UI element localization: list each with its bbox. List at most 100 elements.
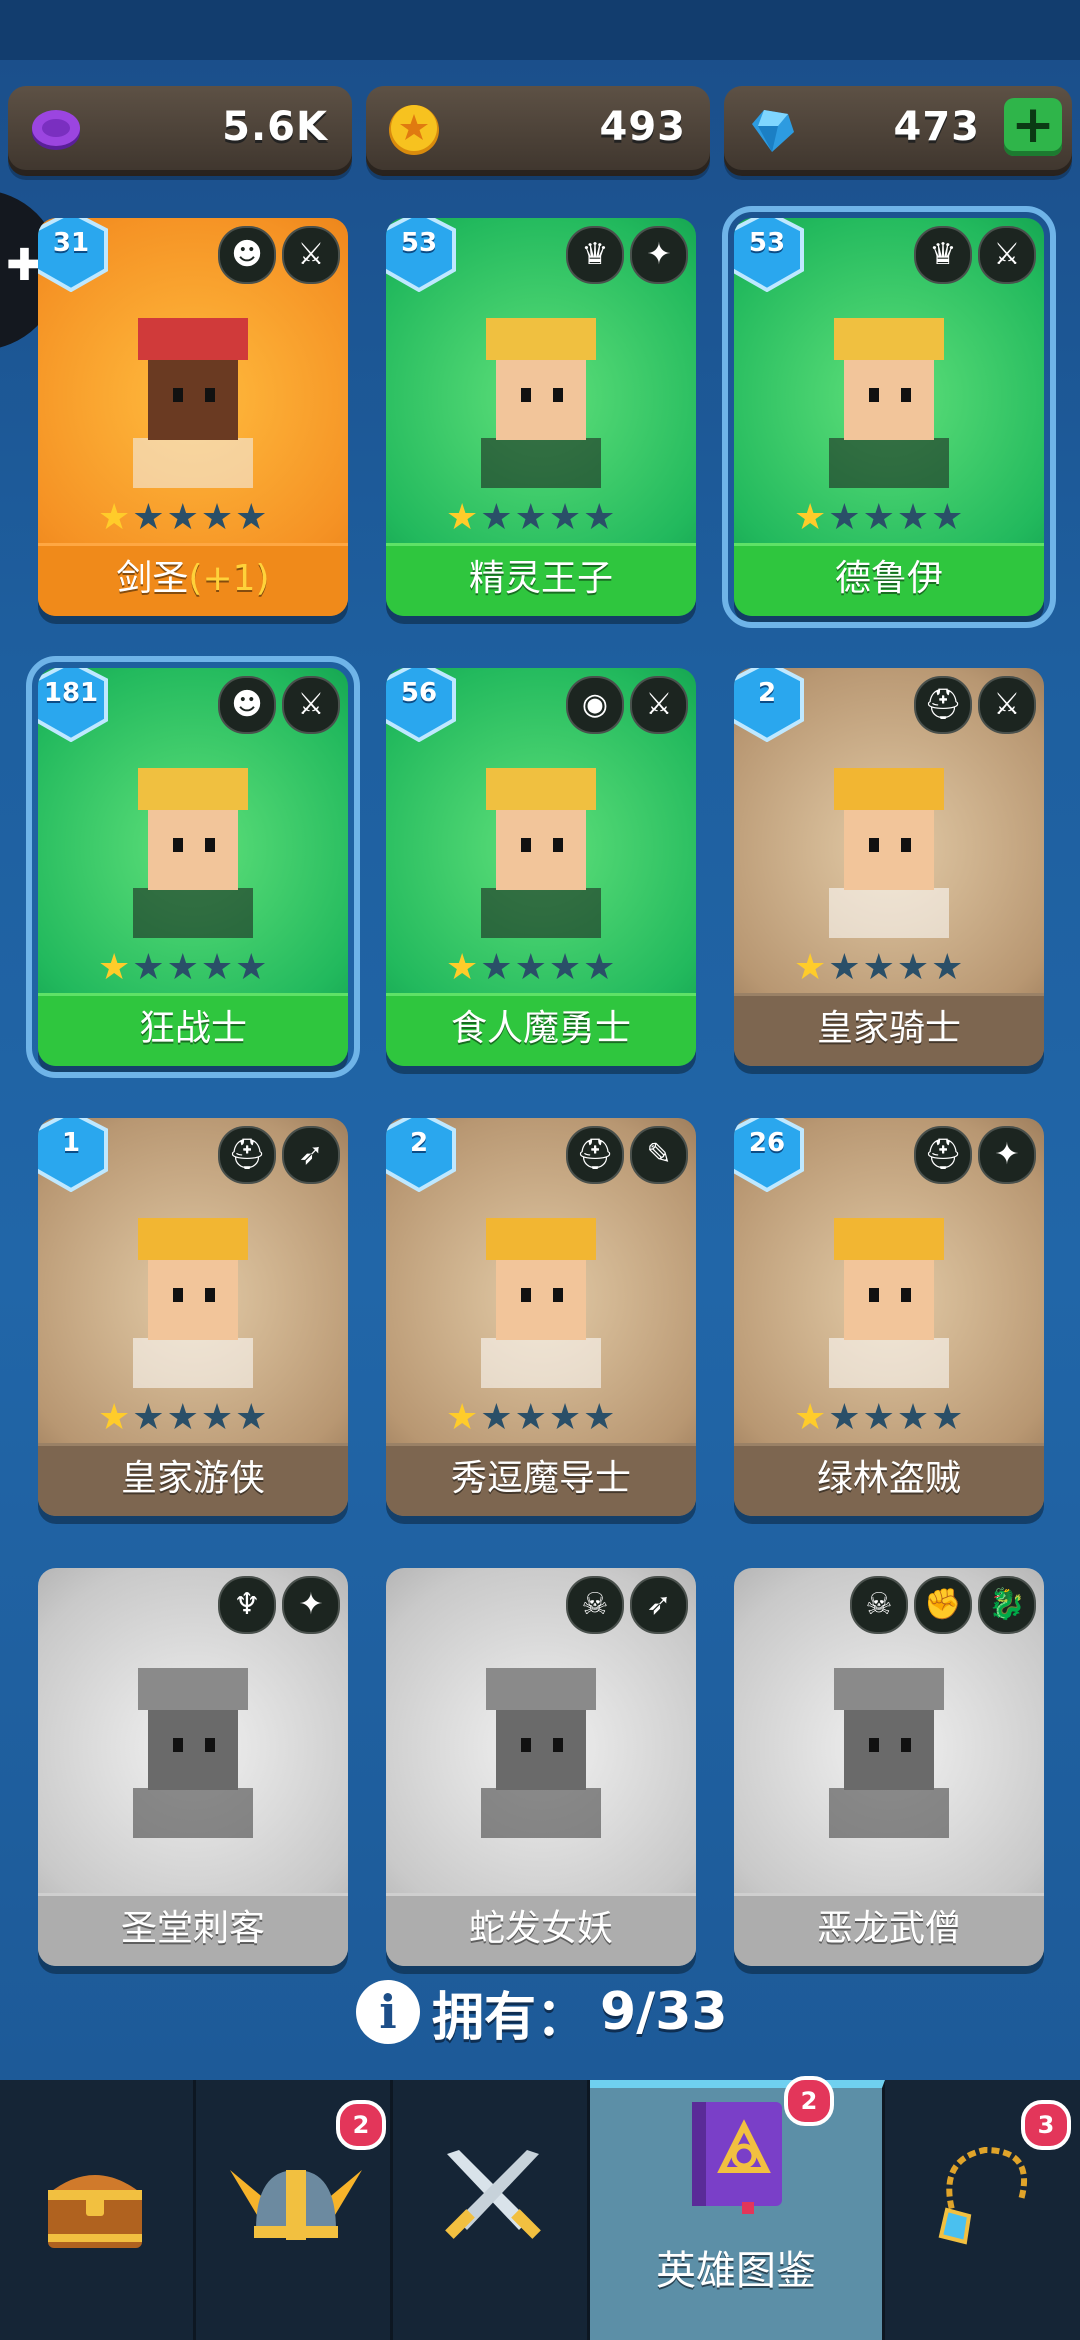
star-icon: ★ — [98, 497, 131, 538]
star-icon: ★ — [200, 1397, 234, 1438]
hero-name: 食人魔勇士 — [386, 993, 696, 1066]
gem-value: 473 — [893, 104, 980, 150]
hero-stars: ★ ★ ★ ★ ★ — [98, 950, 267, 986]
star-icon: ★ — [583, 497, 616, 538]
hero-portrait — [829, 318, 949, 488]
cyclops-icon: ◉ — [566, 676, 624, 734]
star-icon: ★ — [862, 947, 895, 988]
hero-level: 56 — [400, 678, 438, 708]
star-icon: ★ — [166, 947, 199, 988]
hero-card[interactable]: 31 ☻ ⚔ ★ ★ ★ ★ ★ 剑圣(+1) — [38, 218, 348, 616]
hero-class-badges: ☻ ⚔ — [218, 226, 340, 284]
hero-stars: ★ ★ ★ ★ ★ — [446, 1400, 615, 1436]
chest-tab[interactable] — [0, 2080, 196, 2340]
gold-coin-counter: 493 — [366, 86, 710, 176]
hero-card[interactable]: 2 ⛑ ✎ ★ ★ ★ ★ ★ 秀逗魔导士 — [386, 1118, 696, 1516]
hero-level-badge: 56 — [386, 668, 458, 742]
hero-card[interactable]: 1 ⛑ ➶ ★ ★ ★ ★ ★ 皇家游侠 — [38, 1118, 348, 1516]
sword-icon: ⚔ — [978, 676, 1036, 734]
amulet-tab[interactable]: 3 — [885, 2080, 1080, 2340]
viking-helmet-icon — [226, 2140, 366, 2277]
hero-card[interactable]: ☠ ✊ 🐉 恶龙武僧 — [734, 1568, 1044, 1966]
bow-icon: ➶ — [630, 1576, 688, 1634]
hero-level-badge: 1 — [38, 1118, 110, 1192]
hero-name: 狂战士 — [38, 993, 348, 1066]
hero-card[interactable]: 181 ☻ ⚔ ★ ★ ★ ★ ★ 狂战士 — [26, 656, 360, 1078]
elf-icon: ♛ — [566, 226, 624, 284]
hero-name-text: 剑圣 — [116, 558, 189, 599]
star-icon: ★ — [480, 947, 513, 988]
codex-tab[interactable]: 英雄图鉴 2 — [590, 2076, 885, 2340]
crossed-swords-icon — [433, 2140, 553, 2277]
hero-name-text: 皇家游侠 — [120, 1458, 265, 1499]
hero-name: 圣堂刺客 — [38, 1893, 348, 1966]
hero-level: 26 — [748, 1128, 786, 1158]
hero-level: 2 — [409, 1128, 429, 1158]
sword-icon: ⚔ — [282, 226, 340, 284]
star-icon: ★ — [132, 1397, 165, 1438]
star-icon: ★ — [98, 1397, 131, 1438]
add-gems-button[interactable]: + — [1004, 98, 1062, 156]
hero-card[interactable]: ☠ ➶ 蛇发女妖 — [386, 1568, 696, 1966]
star-icon: ★ — [480, 1397, 513, 1438]
hero-class-badges: ⛑ ✎ — [566, 1126, 688, 1184]
purple-token-counter: 5.6K — [8, 86, 352, 176]
heroes-tab[interactable]: 2 — [196, 2080, 393, 2340]
hero-level: 2 — [757, 678, 777, 708]
battle-tab[interactable] — [393, 2080, 590, 2340]
hero-level: 1 — [61, 1128, 81, 1158]
hero-bonus: (+1) — [188, 558, 270, 599]
codex-tab-label: 英雄图鉴 — [656, 2248, 816, 2294]
hero-level-badge: 53 — [734, 218, 806, 292]
hero-portrait — [481, 318, 601, 488]
hero-name-text: 皇家骑士 — [816, 1008, 961, 1049]
ogre-icon: ☻ — [218, 676, 276, 734]
star-icon: ★ — [235, 497, 268, 538]
star-icon: ★ — [828, 1397, 861, 1438]
gold-coin-value: 493 — [599, 104, 686, 150]
skull-icon: ☠ — [850, 1576, 908, 1634]
hero-card[interactable]: 56 ◉ ⚔ ★ ★ ★ ★ ★ 食人魔勇士 — [386, 668, 696, 1066]
hero-portrait — [829, 768, 949, 938]
hero-card[interactable]: 26 ⛑ ✦ ★ ★ ★ ★ ★ 绿林盗贼 — [734, 1118, 1044, 1516]
codex-badge: 2 — [784, 2076, 834, 2126]
status-bar-area — [0, 0, 1080, 60]
hero-class-badges: ♆ ✦ — [218, 1576, 340, 1634]
hero-name: 皇家游侠 — [38, 1443, 348, 1516]
fist-icon: ✊ — [914, 1576, 972, 1634]
hero-name: 绿林盗贼 — [734, 1443, 1044, 1516]
hero-level: 181 — [43, 678, 99, 708]
star-icon: ★ — [166, 1397, 199, 1438]
star-icon: ★ — [166, 497, 199, 538]
hero-level-badge: 53 — [386, 218, 458, 292]
owned-count: 9/33 — [600, 1982, 728, 2042]
hero-card[interactable]: 53 ♛ ✦ ★ ★ ★ ★ ★ 精灵王子 — [386, 218, 696, 616]
star-icon: ★ — [235, 947, 268, 988]
hero-card[interactable]: 2 ⛑ ⚔ ★ ★ ★ ★ ★ 皇家骑士 — [734, 668, 1044, 1066]
star-icon: ★ — [828, 497, 861, 538]
hero-name: 蛇发女妖 — [386, 1893, 696, 1966]
star-icon: ★ — [548, 1397, 582, 1438]
hero-card[interactable]: ♆ ✦ 圣堂刺客 — [38, 1568, 348, 1966]
hero-name-text: 圣堂刺客 — [120, 1908, 265, 1949]
star-icon: ★ — [583, 947, 616, 988]
info-icon[interactable]: i — [356, 1980, 420, 2044]
bow-icon: ➶ — [282, 1126, 340, 1184]
hero-portrait — [133, 1668, 253, 1838]
hero-name-text: 绿林盗贼 — [816, 1458, 961, 1499]
hero-portrait — [133, 768, 253, 938]
owned-label: 拥有： — [432, 1987, 589, 2048]
owned-counter: i 拥有： 9/33 — [356, 1978, 728, 2048]
hero-portrait — [481, 1668, 601, 1838]
hero-portrait — [829, 1668, 949, 1838]
hero-stars: ★ ★ ★ ★ ★ — [446, 500, 615, 536]
hero-name: 德鲁伊 — [734, 543, 1044, 616]
hero-stars: ★ ★ ★ ★ ★ — [794, 950, 963, 986]
star-icon: ★ — [548, 947, 582, 988]
hero-card[interactable]: 53 ♛ ⚔ ★ ★ ★ ★ ★ 德鲁伊 — [722, 206, 1056, 628]
hero-class-badges: ♛ ✦ — [566, 226, 688, 284]
star-icon: ★ — [862, 1397, 895, 1438]
hero-class-badges: ⛑ ⚔ — [914, 676, 1036, 734]
dagger-icon: ✦ — [630, 226, 688, 284]
sword-icon: ⚔ — [282, 676, 340, 734]
